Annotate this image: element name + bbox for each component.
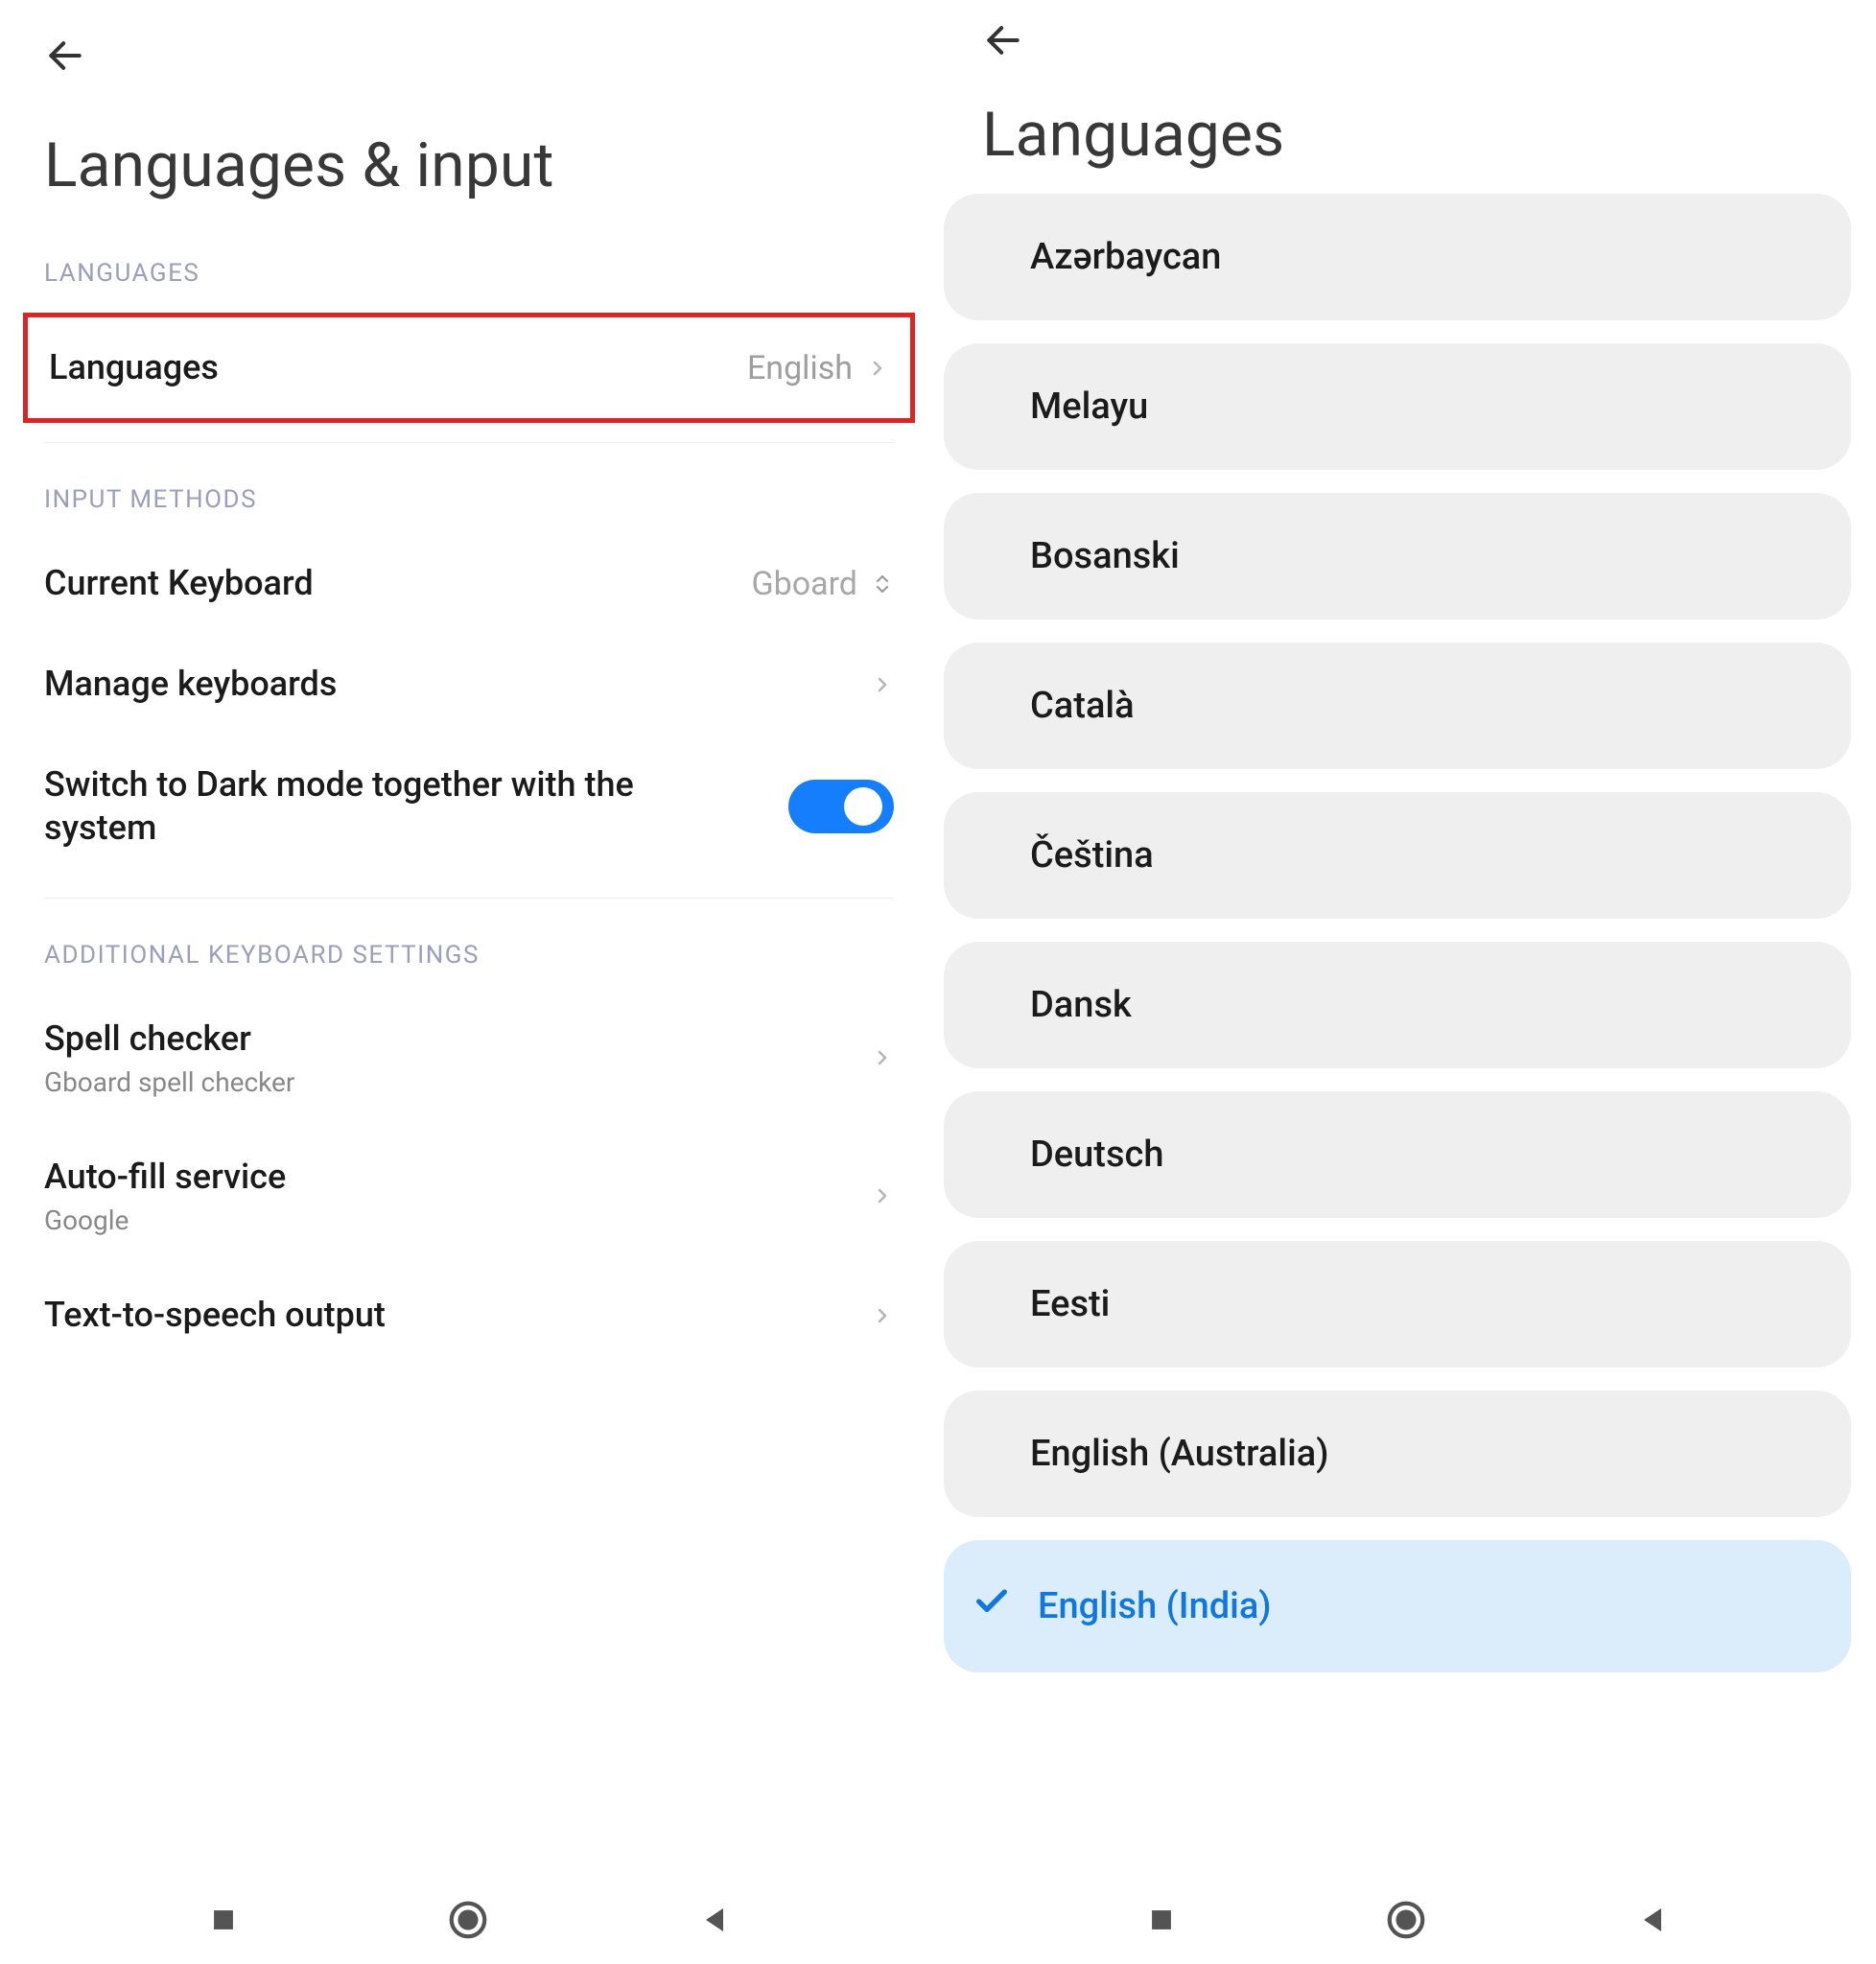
current-keyboard-value: Gboard	[751, 565, 857, 603]
language-item[interactable]: Azərbaycan	[944, 194, 1851, 320]
autofill-label: Auto-fill service	[44, 1156, 286, 1199]
nav-home-button[interactable]	[446, 1898, 490, 1942]
nav-recent-button[interactable]	[1145, 1904, 1178, 1936]
page-title: Languages & input	[0, 99, 938, 236]
nav-back-button[interactable]	[1635, 1903, 1670, 1937]
language-item[interactable]: Eesti	[944, 1241, 1851, 1368]
current-keyboard-label: Current Keyboard	[44, 562, 314, 605]
section-header-input-methods: INPUT METHODS	[0, 462, 938, 533]
language-item[interactable]: Bosanski	[944, 493, 1851, 620]
chevron-right-icon	[871, 668, 894, 701]
back-button[interactable]	[0, 19, 938, 99]
language-item[interactable]: English (India)	[944, 1540, 1851, 1672]
section-header-languages: LANGUAGES	[0, 236, 938, 307]
chevron-right-icon	[871, 1041, 894, 1074]
languages-list-panel: Languages Azərbaycan Melayu Bosanski Català…	[938, 0, 1876, 1876]
spell-checker-row[interactable]: Spell checker Gboard spell checker	[0, 989, 938, 1127]
divider	[44, 898, 894, 899]
chevron-right-icon	[866, 352, 889, 385]
navigation-bar	[0, 1876, 1876, 1964]
nav-home-button[interactable]	[1384, 1898, 1428, 1942]
spell-checker-sublabel: Gboard spell checker	[44, 1066, 294, 1098]
language-item[interactable]: English (Australia)	[944, 1391, 1851, 1517]
back-button[interactable]	[938, 8, 1876, 76]
spell-checker-label: Spell checker	[44, 1017, 294, 1061]
up-down-icon	[871, 569, 894, 599]
current-keyboard-row[interactable]: Current Keyboard Gboard	[0, 533, 938, 634]
dark-mode-row[interactable]: Switch to Dark mode together with the sy…	[0, 735, 938, 878]
highlighted-languages-row: Languages English	[23, 313, 915, 423]
language-item[interactable]: Català	[944, 643, 1851, 769]
chevron-right-icon	[871, 1299, 894, 1332]
tts-label: Text-to-speech output	[44, 1294, 386, 1337]
manage-keyboards-row[interactable]: Manage keyboards	[0, 634, 938, 735]
nav-back-button[interactable]	[697, 1903, 732, 1937]
tts-row[interactable]: Text-to-speech output	[0, 1265, 938, 1366]
languages-value: English	[747, 349, 853, 387]
language-name: English (India)	[1038, 1585, 1272, 1627]
check-icon	[973, 1582, 1011, 1630]
chevron-right-icon	[871, 1180, 894, 1212]
autofill-row[interactable]: Auto-fill service Google	[0, 1127, 938, 1265]
language-item[interactable]: Dansk	[944, 942, 1851, 1068]
language-item[interactable]: Čeština	[944, 792, 1851, 919]
divider	[44, 442, 894, 443]
manage-keyboards-label: Manage keyboards	[44, 663, 337, 706]
language-item[interactable]: Melayu	[944, 343, 1851, 470]
section-header-additional: ADDITIONAL KEYBOARD SETTINGS	[0, 918, 938, 989]
page-title: Languages	[938, 76, 1876, 194]
settings-languages-input-panel: Languages & input LANGUAGES Languages En…	[0, 0, 938, 1876]
languages-label: Languages	[49, 346, 219, 389]
nav-recent-button[interactable]	[207, 1904, 240, 1936]
dark-mode-toggle[interactable]	[788, 780, 894, 833]
language-item[interactable]: Deutsch	[944, 1091, 1851, 1218]
language-list: Azərbaycan Melayu Bosanski Català Čeština Dan…	[938, 194, 1876, 1672]
dark-mode-label: Switch to Dark mode together with the sy…	[44, 763, 696, 850]
autofill-sublabel: Google	[44, 1204, 286, 1236]
languages-row[interactable]: Languages English	[28, 317, 910, 418]
